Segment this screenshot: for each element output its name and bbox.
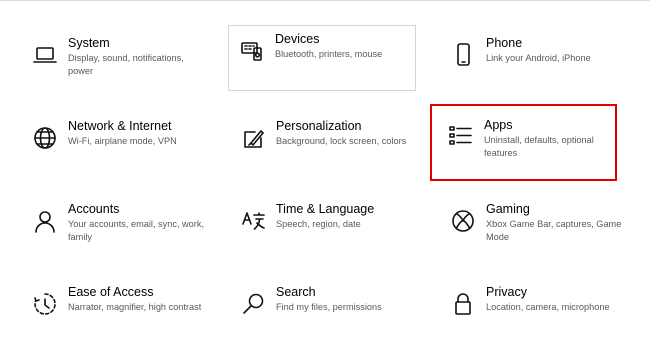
tile-phone[interactable]: Phone Link your Android, iPhone [440,30,628,92]
tile-title: Apps [484,118,513,132]
tile-description: Your accounts, email, sync, work, family [68,219,204,242]
tile-title: Gaming [486,202,530,216]
paintbrush-icon [236,121,270,155]
devices-icon [235,34,269,68]
xbox-icon [446,204,480,238]
settings-home: System Display, sound, notifications, po… [0,0,650,331]
tile-accounts[interactable]: Accounts Your accounts, email, sync, wor… [22,196,210,258]
tile-network-internet[interactable]: Network & Internet Wi-Fi, airplane mode,… [22,113,210,175]
tile-description: Wi-Fi, airplane mode, VPN [68,136,177,146]
tile-description: Xbox Game Bar, captures, Game Mode [486,219,622,242]
search-icon [236,287,270,321]
top-divider [0,0,650,1]
tile-system[interactable]: System Display, sound, notifications, po… [22,30,210,92]
person-icon [28,204,62,238]
tile-title: Privacy [486,285,527,299]
phone-icon [446,38,480,72]
tile-description: Narrator, magnifier, high contrast [68,302,202,312]
tile-title: Network & Internet [68,119,172,133]
tile-title: Phone [486,36,523,50]
tile-title: Ease of Access [68,285,154,299]
tile-description: Uninstall, defaults, optional features [484,135,594,158]
tile-description: Background, lock screen, colors [276,136,407,146]
tile-search[interactable]: Search Find my files, permissions [230,279,418,341]
tile-title: Accounts [68,202,120,216]
time-language-icon [236,204,270,238]
tile-title: Search [276,285,316,299]
tile-personalization[interactable]: Personalization Background, lock screen,… [230,113,418,175]
tile-gaming[interactable]: Gaming Xbox Game Bar, captures, Game Mod… [440,196,628,258]
tile-time-language[interactable]: Time & Language Speech, region, date [230,196,418,258]
apps-list-icon [444,120,478,154]
tile-description: Bluetooth, printers, mouse [275,49,383,59]
laptop-icon [28,38,62,72]
tile-description: Location, camera, microphone [486,302,610,312]
tile-title: Personalization [276,119,362,133]
tile-title: Devices [275,32,320,46]
globe-icon [28,121,62,155]
tile-title: Time & Language [276,202,375,216]
tile-ease-of-access[interactable]: Ease of Access Narrator, magnifier, high… [22,279,210,341]
tile-description: Display, sound, notifications, power [68,53,184,76]
tile-devices[interactable]: Devices Bluetooth, printers, mouse [228,25,416,91]
tile-description: Find my files, permissions [276,302,382,312]
tile-privacy[interactable]: Privacy Location, camera, microphone [440,279,628,341]
tile-apps[interactable]: Apps Uninstall, defaults, optional featu… [430,104,617,181]
ease-of-access-icon [28,287,62,321]
tile-description: Speech, region, date [276,219,361,229]
tile-title: System [68,36,110,50]
tile-description: Link your Android, iPhone [486,53,591,63]
lock-icon [446,287,480,321]
